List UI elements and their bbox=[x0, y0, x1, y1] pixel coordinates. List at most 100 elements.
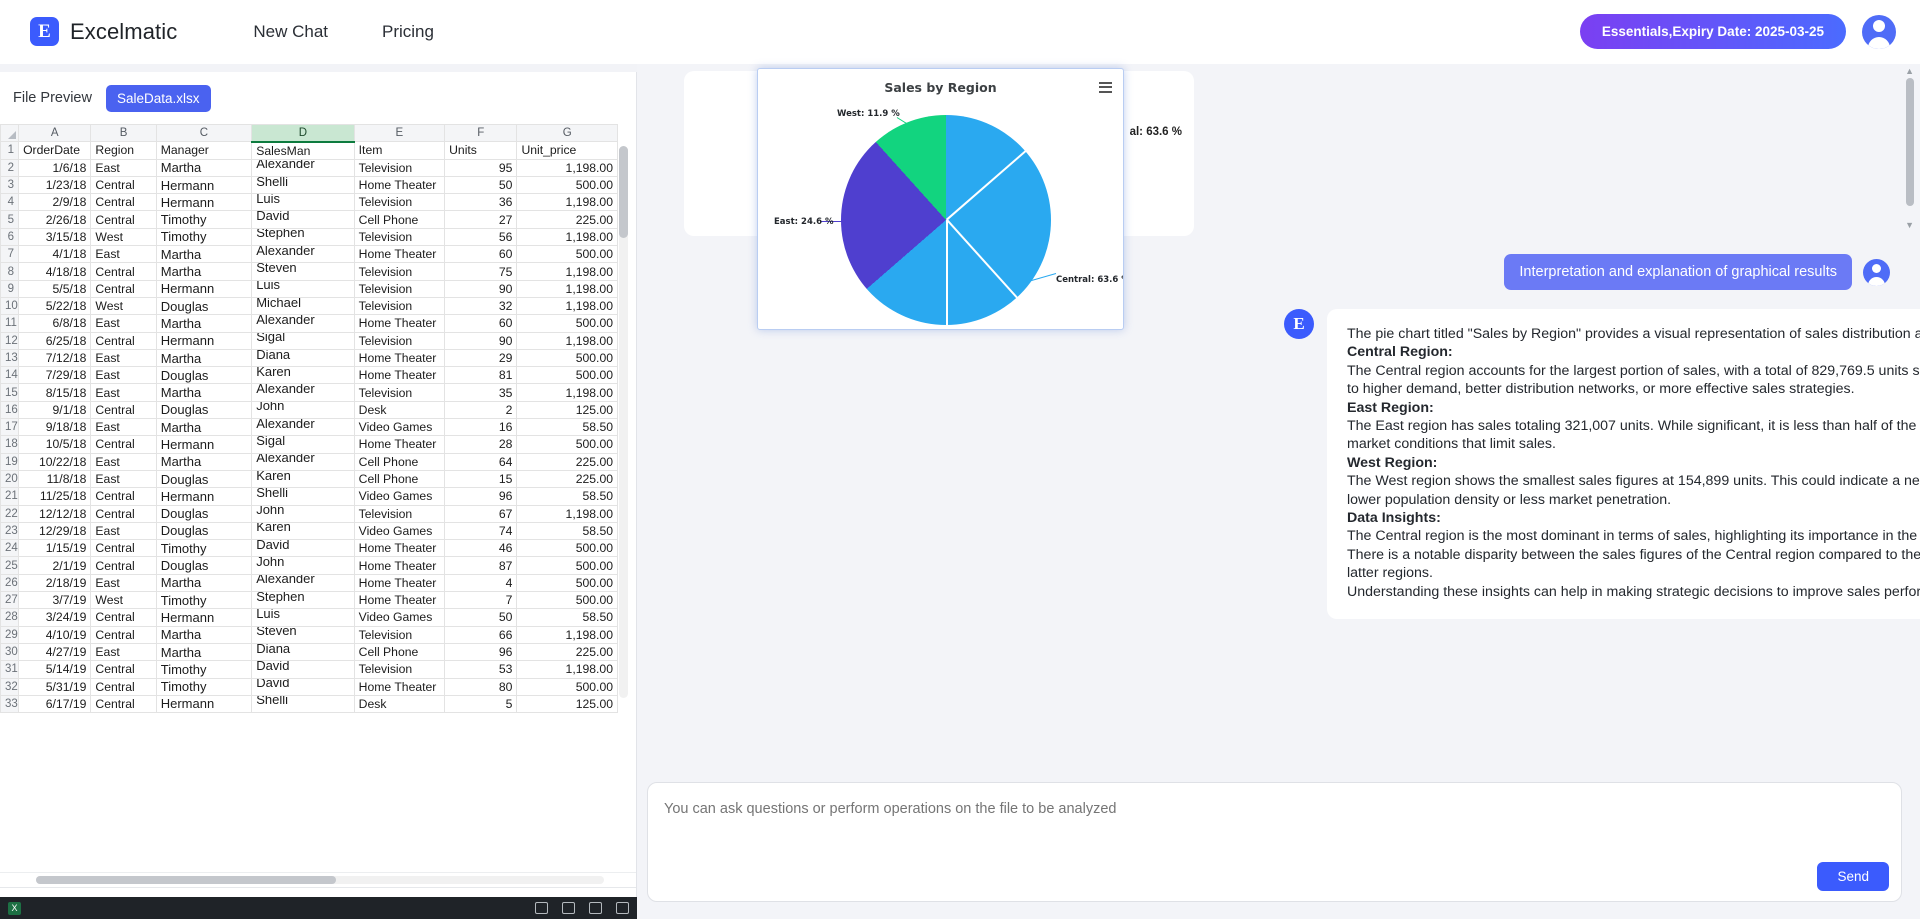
cell-unit-price[interactable]: 1,198.00 bbox=[517, 263, 618, 280]
cell-item[interactable]: Home Theater bbox=[354, 592, 444, 609]
cell-salesman[interactable]: Michael bbox=[252, 297, 354, 314]
cell-item[interactable]: Television bbox=[354, 263, 444, 280]
cell-salesman[interactable]: Diana bbox=[252, 643, 354, 660]
cell-salesman[interactable]: John bbox=[252, 557, 354, 574]
table-row[interactable]: 63/15/18WestTimothyStephenTelevision561,… bbox=[1, 228, 618, 245]
cell-units[interactable]: 15 bbox=[445, 470, 517, 487]
cell-region[interactable]: East bbox=[91, 643, 156, 660]
cell-manager[interactable]: Martha bbox=[156, 643, 251, 660]
cell-orderdate[interactable]: 3/7/19 bbox=[19, 592, 91, 609]
table-row[interactable]: 169/1/18CentralDouglasJohnDesk2125.00 bbox=[1, 401, 618, 418]
cell-unit-price[interactable]: 225.00 bbox=[517, 453, 618, 470]
cell-unit-price[interactable]: 500.00 bbox=[517, 246, 618, 263]
row-number-cell[interactable]: 18 bbox=[1, 436, 19, 453]
cell-units[interactable]: 28 bbox=[445, 436, 517, 453]
row-number-cell[interactable]: 17 bbox=[1, 419, 19, 436]
cell-manager[interactable]: Hermann bbox=[156, 194, 251, 211]
cell-units[interactable]: 60 bbox=[445, 315, 517, 332]
table-row[interactable]: 325/31/19CentralTimothyDavidHome Theater… bbox=[1, 678, 618, 695]
table-row[interactable]: 2312/29/18EastDouglasKarenVideo Games745… bbox=[1, 522, 618, 539]
cell-manager[interactable]: Douglas bbox=[156, 401, 251, 418]
table-row[interactable]: 52/26/18CentralTimothyDavidCell Phone272… bbox=[1, 211, 618, 228]
row-number-cell[interactable]: 19 bbox=[1, 453, 19, 470]
cell-manager[interactable]: Martha bbox=[156, 349, 251, 366]
table-row[interactable]: 315/14/19CentralTimothyDavidTelevision53… bbox=[1, 661, 618, 678]
cell-manager[interactable]: Timothy bbox=[156, 661, 251, 678]
cell-salesman[interactable]: Sigal bbox=[252, 332, 354, 349]
cell-units[interactable]: 81 bbox=[445, 367, 517, 384]
cell-units[interactable]: 64 bbox=[445, 453, 517, 470]
cell-orderdate[interactable]: 4/1/18 bbox=[19, 246, 91, 263]
chat-scroll-down-icon[interactable]: ▼ bbox=[1905, 220, 1914, 230]
cell-orderdate[interactable]: 1/6/18 bbox=[19, 159, 91, 176]
cell-units[interactable]: 96 bbox=[445, 488, 517, 505]
header-cell-item[interactable]: Item bbox=[354, 142, 444, 159]
cell-region[interactable]: Central bbox=[91, 609, 156, 626]
cell-manager[interactable]: Douglas bbox=[156, 522, 251, 539]
cell-salesman[interactable]: Karen bbox=[252, 470, 354, 487]
cell-unit-price[interactable]: 225.00 bbox=[517, 211, 618, 228]
table-row[interactable]: 2011/8/18EastDouglasKarenCell Phone15225… bbox=[1, 470, 618, 487]
cell-units[interactable]: 4 bbox=[445, 574, 517, 591]
cell-orderdate[interactable]: 3/15/18 bbox=[19, 228, 91, 245]
cell-item[interactable]: Home Theater bbox=[354, 574, 444, 591]
cell-item[interactable]: Television bbox=[354, 228, 444, 245]
cell-region[interactable]: Central bbox=[91, 505, 156, 522]
cell-orderdate[interactable]: 9/1/18 bbox=[19, 401, 91, 418]
cell-item[interactable]: Television bbox=[354, 505, 444, 522]
cell-unit-price[interactable]: 58.50 bbox=[517, 522, 618, 539]
cell-manager[interactable]: Douglas bbox=[156, 557, 251, 574]
cell-unit-price[interactable]: 1,198.00 bbox=[517, 194, 618, 211]
cell-item[interactable]: Video Games bbox=[354, 609, 444, 626]
table-row[interactable]: 294/10/19CentralMarthaStevenTelevision66… bbox=[1, 626, 618, 643]
cell-manager[interactable]: Martha bbox=[156, 384, 251, 401]
table-row[interactable]: 31/23/18CentralHermannShelliHome Theater… bbox=[1, 176, 618, 193]
table-row[interactable]: 2212/12/18CentralDouglasJohnTelevision67… bbox=[1, 505, 618, 522]
cell-unit-price[interactable]: 125.00 bbox=[517, 695, 618, 712]
col-header-F[interactable]: F bbox=[445, 125, 517, 142]
cell-unit-price[interactable]: 500.00 bbox=[517, 315, 618, 332]
table-row[interactable]: 2111/25/18CentralHermannShelliVideo Game… bbox=[1, 488, 618, 505]
row-number-cell[interactable]: 29 bbox=[1, 626, 19, 643]
cell-salesman[interactable]: Shelli bbox=[252, 488, 354, 505]
cell-region[interactable]: Central bbox=[91, 488, 156, 505]
cell-manager[interactable]: Hermann bbox=[156, 609, 251, 626]
table-row[interactable]: 241/15/19CentralTimothyDavidHome Theater… bbox=[1, 540, 618, 557]
cell-region[interactable]: Central bbox=[91, 194, 156, 211]
grid-vertical-scroll-thumb[interactable] bbox=[619, 146, 628, 238]
cell-manager[interactable]: Martha bbox=[156, 246, 251, 263]
row-number-cell[interactable]: 3 bbox=[1, 176, 19, 193]
col-header-G[interactable]: G bbox=[517, 125, 618, 142]
cell-orderdate[interactable]: 4/18/18 bbox=[19, 263, 91, 280]
cell-region[interactable]: East bbox=[91, 419, 156, 436]
user-avatar[interactable] bbox=[1862, 15, 1896, 49]
cell-region[interactable]: East bbox=[91, 246, 156, 263]
message-input[interactable] bbox=[664, 801, 1824, 817]
cell-orderdate[interactable]: 2/9/18 bbox=[19, 194, 91, 211]
cell-unit-price[interactable]: 500.00 bbox=[517, 557, 618, 574]
cell-region[interactable]: East bbox=[91, 384, 156, 401]
cell-item[interactable]: Cell Phone bbox=[354, 453, 444, 470]
cell-orderdate[interactable]: 10/5/18 bbox=[19, 436, 91, 453]
cell-item[interactable]: Television bbox=[354, 159, 444, 176]
row-number-cell[interactable]: 13 bbox=[1, 349, 19, 366]
cell-manager[interactable]: Douglas bbox=[156, 367, 251, 384]
row-number-cell[interactable]: 10 bbox=[1, 297, 19, 314]
cell-salesman[interactable]: Alexander bbox=[252, 315, 354, 332]
row-number-cell[interactable]: 21 bbox=[1, 488, 19, 505]
cell-unit-price[interactable]: 500.00 bbox=[517, 349, 618, 366]
table-row[interactable]: 116/8/18EastMarthaAlexanderHome Theater6… bbox=[1, 315, 618, 332]
cell-salesman[interactable]: Alexander bbox=[252, 453, 354, 470]
nav-link-pricing[interactable]: Pricing bbox=[382, 22, 434, 42]
cell-region[interactable]: Central bbox=[91, 263, 156, 280]
cell-orderdate[interactable]: 4/27/19 bbox=[19, 643, 91, 660]
cell-orderdate[interactable]: 9/18/18 bbox=[19, 419, 91, 436]
row-number-cell[interactable]: 22 bbox=[1, 505, 19, 522]
cell-orderdate[interactable]: 12/29/18 bbox=[19, 522, 91, 539]
cell-manager[interactable]: Hermann bbox=[156, 436, 251, 453]
cell-orderdate[interactable]: 10/22/18 bbox=[19, 453, 91, 470]
cell-item[interactable]: Video Games bbox=[354, 488, 444, 505]
cell-unit-price[interactable]: 225.00 bbox=[517, 643, 618, 660]
cell-unit-price[interactable]: 1,198.00 bbox=[517, 280, 618, 297]
cell-region[interactable]: East bbox=[91, 453, 156, 470]
